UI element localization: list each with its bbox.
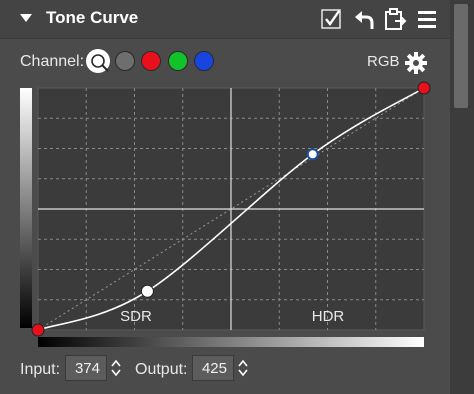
input-stepper-icon[interactable] bbox=[109, 357, 123, 379]
output-value-field[interactable]: 425 bbox=[192, 355, 234, 381]
tone-curve-panel: Tone Curve Channel: RGB SDR HDR Input: 3… bbox=[0, 0, 474, 394]
curve-control-point[interactable] bbox=[140, 284, 154, 298]
active-point-center bbox=[310, 151, 316, 157]
hdr-zone-label: HDR bbox=[312, 308, 345, 325]
curve-control-point[interactable] bbox=[31, 323, 45, 337]
input-label: Input: bbox=[20, 361, 61, 378]
input-value-field[interactable]: 374 bbox=[65, 355, 107, 381]
output-stepper-icon[interactable] bbox=[236, 357, 250, 379]
output-label: Output: bbox=[135, 361, 188, 378]
curve-control-point[interactable] bbox=[417, 81, 431, 95]
tone-curve-graph[interactable]: SDR HDR bbox=[0, 0, 474, 394]
sdr-zone-label: SDR bbox=[120, 308, 152, 325]
